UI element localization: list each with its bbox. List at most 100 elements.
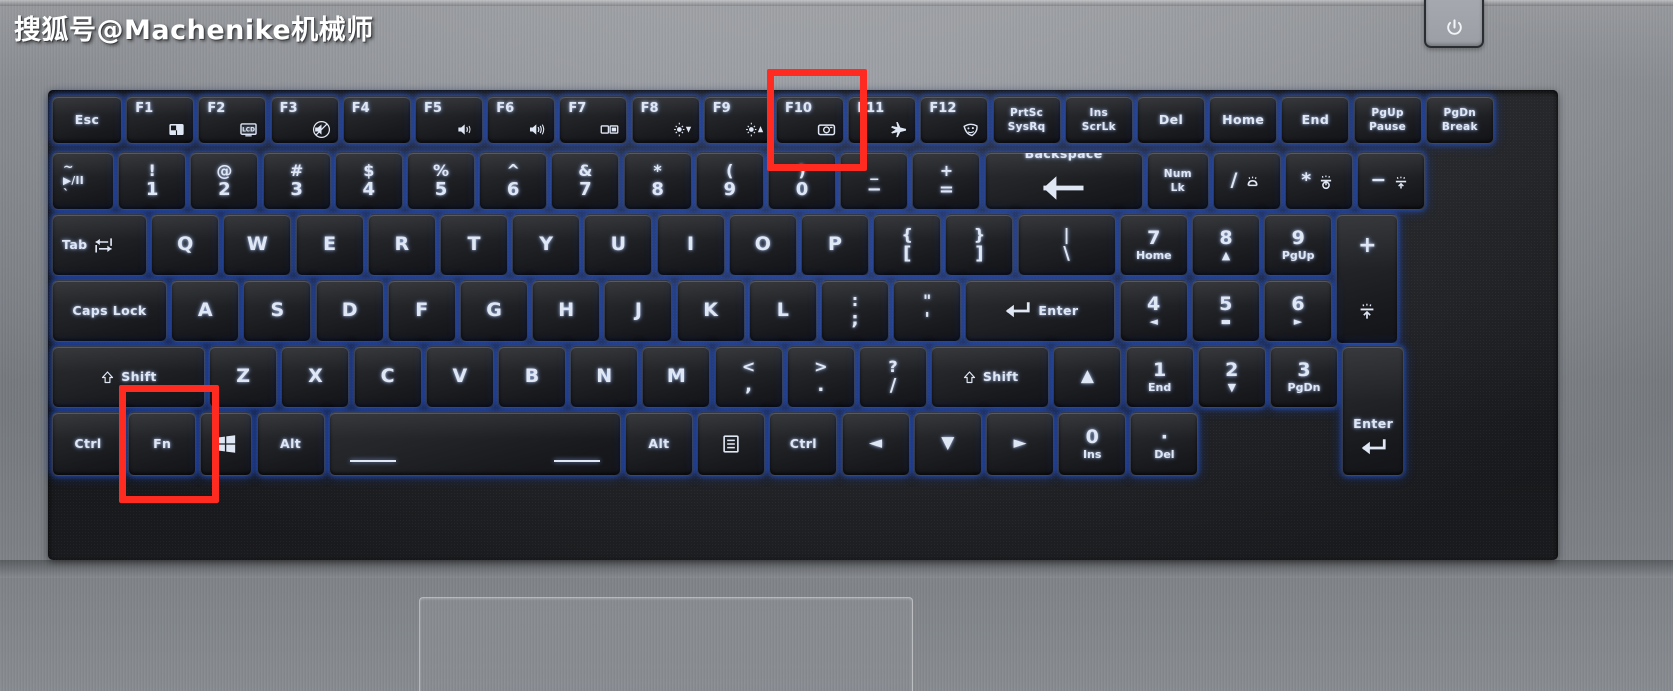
key-fn[interactable]: Fn: [128, 412, 197, 476]
key-numpad-7[interactable]: 7 Home: [1119, 214, 1188, 276]
key-a[interactable]: A: [171, 280, 240, 342]
key-backslash[interactable]: | \: [1017, 214, 1116, 276]
key-numpad-9[interactable]: 9 PgUp: [1264, 214, 1333, 276]
key-s[interactable]: S: [243, 280, 312, 342]
key-f2[interactable]: F2 LCD: [198, 96, 267, 144]
key-enter[interactable]: Enter: [965, 280, 1116, 342]
key-b[interactable]: B: [498, 346, 566, 408]
key-h[interactable]: H: [532, 280, 601, 342]
key-alt-right[interactable]: Alt: [625, 412, 693, 476]
key-numpad-divide[interactable]: /: [1213, 152, 1281, 210]
key-9[interactable]: (9: [695, 152, 764, 210]
key-backspace[interactable]: Backspace: [984, 152, 1143, 210]
key-f5[interactable]: F5: [415, 96, 483, 144]
key-numpad-5[interactable]: 5 ▬: [1191, 280, 1260, 342]
key-numpad-2[interactable]: 2 ▼: [1197, 346, 1266, 408]
key-delete[interactable]: Del: [1137, 96, 1205, 144]
key-page-down[interactable]: PgDn Break: [1425, 96, 1494, 144]
key-tab[interactable]: Tab: [52, 214, 147, 276]
key-f11[interactable]: F11: [848, 96, 917, 144]
key-shift-left[interactable]: Shift: [52, 346, 205, 408]
key-g[interactable]: G: [460, 280, 528, 342]
key-end[interactable]: End: [1281, 96, 1350, 144]
key-1[interactable]: ! 1: [118, 152, 187, 210]
key-l[interactable]: L: [748, 280, 817, 342]
key-o[interactable]: O: [728, 214, 797, 276]
key-arrow-left[interactable]: ◄: [841, 412, 910, 476]
key-ctrl-right[interactable]: Ctrl: [769, 412, 838, 476]
key-p[interactable]: P: [801, 214, 869, 276]
key-numpad-1[interactable]: 1 End: [1125, 346, 1194, 408]
key-shift-right[interactable]: Shift: [931, 346, 1050, 408]
key-x[interactable]: X: [281, 346, 350, 408]
key-f[interactable]: F: [387, 280, 456, 342]
key-2[interactable]: @2: [190, 152, 259, 210]
key-numpad-multiply[interactable]: *: [1285, 152, 1354, 210]
key-space[interactable]: [328, 412, 621, 476]
key-5[interactable]: % 5: [407, 152, 475, 210]
key-numpad-minus[interactable]: −: [1357, 152, 1426, 210]
key-r[interactable]: R: [367, 214, 436, 276]
key-e[interactable]: E: [295, 214, 364, 276]
key-u[interactable]: U: [584, 214, 653, 276]
key-f8[interactable]: F8: [631, 96, 700, 144]
key-4[interactable]: $4: [334, 152, 403, 210]
power-button[interactable]: [1424, 0, 1484, 48]
key-arrow-up[interactable]: ▲: [1053, 346, 1122, 408]
key-f3[interactable]: F3: [270, 96, 339, 144]
key-num-lock[interactable]: Num Lk: [1146, 152, 1209, 210]
key-print-screen[interactable]: PrtSc SysRq: [992, 96, 1061, 144]
key-windows[interactable]: [200, 412, 253, 476]
keyboard[interactable]: Esc F1 F2 LCD F3 F4 F5 F6 F7 F8 F9 F10 F11 F12 PrtSc Sy…: [48, 90, 1558, 560]
key-home[interactable]: Home: [1209, 96, 1278, 144]
key-d[interactable]: D: [315, 280, 384, 342]
key-numpad-3[interactable]: 3 PgDn: [1270, 346, 1338, 408]
key-f1[interactable]: F1: [126, 96, 195, 144]
key-i[interactable]: I: [656, 214, 725, 276]
key-arrow-right[interactable]: ►: [986, 412, 1054, 476]
key-menu[interactable]: [697, 412, 766, 476]
key-bracket-left[interactable]: {[: [873, 214, 942, 276]
key-v[interactable]: V: [425, 346, 494, 408]
key-k[interactable]: K: [676, 280, 745, 342]
key-3[interactable]: #3: [262, 152, 331, 210]
key-quote[interactable]: " ': [893, 280, 962, 342]
key-numpad-period[interactable]: · Del: [1130, 412, 1199, 476]
key-arrow-down[interactable]: ▼: [913, 412, 982, 476]
key-numpad-0[interactable]: 0 Ins: [1058, 412, 1127, 476]
key-escape[interactable]: Esc: [52, 96, 122, 144]
key-alt-left[interactable]: Alt: [256, 412, 325, 476]
key-caps-lock[interactable]: Caps Lock: [52, 280, 167, 342]
key-7[interactable]: & 7: [551, 152, 620, 210]
key-0[interactable]: ) 0: [768, 152, 836, 210]
trackpad[interactable]: [419, 597, 913, 691]
key-m[interactable]: M: [642, 346, 711, 408]
key-q[interactable]: Q: [151, 214, 220, 276]
key-8[interactable]: * 8: [623, 152, 692, 210]
key-numpad-plus[interactable]: +: [1336, 214, 1399, 345]
key-t[interactable]: T: [440, 214, 508, 276]
key-numpad-4[interactable]: 4 ◄: [1119, 280, 1188, 342]
key-page-up[interactable]: PgUp Pause: [1353, 96, 1422, 144]
key-insert[interactable]: Ins ScrLk: [1064, 96, 1133, 144]
key-f6[interactable]: F6: [487, 96, 556, 144]
key-n[interactable]: N: [570, 346, 639, 408]
key-slash[interactable]: ? /: [859, 346, 927, 408]
key-c[interactable]: C: [353, 346, 422, 408]
key-period[interactable]: >.: [786, 346, 855, 408]
key-numpad-6[interactable]: 6 ►: [1264, 280, 1332, 342]
key-y[interactable]: Y: [512, 214, 581, 276]
key-f4[interactable]: F4: [342, 96, 411, 144]
key-comma[interactable]: <,: [714, 346, 783, 408]
key-equals[interactable]: + =: [912, 152, 981, 210]
key-j[interactable]: J: [604, 280, 673, 342]
key-numpad-8[interactable]: 8 ▲: [1192, 214, 1260, 276]
key-f9[interactable]: F9: [703, 96, 772, 144]
key-tilde[interactable]: ~ ▶/II `: [52, 152, 114, 210]
key-z[interactable]: Z: [209, 346, 278, 408]
key-semicolon[interactable]: :;: [821, 280, 889, 342]
key-w[interactable]: W: [223, 214, 292, 276]
key-6[interactable]: ^ 6: [479, 152, 548, 210]
key-f10[interactable]: F10: [776, 96, 844, 144]
key-f7[interactable]: F7: [559, 96, 628, 144]
